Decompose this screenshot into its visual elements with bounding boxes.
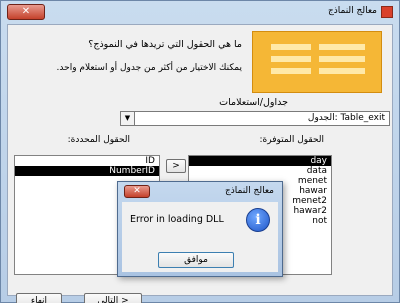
chevron-down-icon[interactable]: ▼ [121,112,135,125]
available-fields-label: الحقول المتوفرة: [259,135,324,145]
app-icon [381,6,393,18]
form-wizard-window: ✕ معالج النماذج ما هي الحقول التي تريدها… [0,0,400,303]
info-icon: i [246,208,270,232]
add-field-button[interactable]: > [166,159,186,173]
list-item[interactable]: NumberID [15,166,159,176]
title-bar: ✕ معالج النماذج [1,1,399,23]
dialog-title: معالج النماذج [224,186,274,196]
finish-button[interactable]: إنهاء [16,293,62,303]
list-item[interactable]: day [189,156,331,166]
wizard-hint: يمكنك الاختيار من أكثر من جدول أو استعلا… [56,63,242,73]
dialog-body: Error in loading DLL i موافق [122,202,278,272]
dialog-close-button[interactable]: ✕ [124,185,150,198]
wizard-question: ما هي الحقول التي تريدها في النموذج؟ [88,39,242,50]
tables-queries-label: جداول/استعلامات [219,97,288,108]
close-button[interactable]: ✕ [7,4,45,20]
table-select[interactable]: ▼ الجدول: Table_exit [120,111,390,126]
table-select-value: الجدول: Table_exit [307,113,385,123]
list-item[interactable]: ID [15,156,159,166]
window-title: معالج النماذج [327,6,377,16]
selected-fields-label: الحقول المحددة: [67,135,130,145]
error-message: Error in loading DLL [130,214,224,225]
wizard-graphic [252,31,382,93]
ok-button[interactable]: موافق [158,252,234,268]
list-item[interactable]: data [189,166,331,176]
error-dialog: ✕ معالج النماذج Error in loading DLL i م… [117,181,283,277]
next-button[interactable]: التالي > [84,293,142,303]
